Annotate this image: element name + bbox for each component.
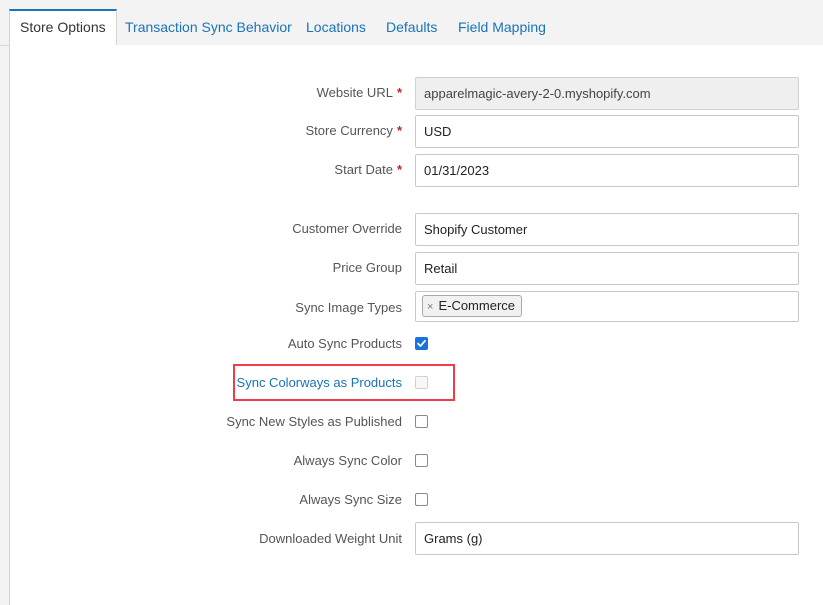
customer-override-label: Customer Override (292, 221, 402, 236)
store-currency-label: Store Currency * (306, 121, 402, 141)
always-sync-size-label: Always Sync Size (299, 492, 402, 507)
auto-sync-products-label: Auto Sync Products (287, 336, 402, 351)
sync-image-types-multiselect[interactable]: × E-Commerce (415, 291, 799, 322)
sync-colorways-label[interactable]: Sync Colorways as Products (237, 373, 402, 393)
start-date-label: Start Date * (334, 160, 402, 180)
auto-sync-products-checkbox[interactable] (415, 337, 428, 350)
tab-store-options[interactable]: Store Options (9, 9, 117, 46)
always-sync-color-checkbox[interactable] (415, 454, 428, 467)
sync-new-styles-checkbox[interactable] (415, 415, 428, 428)
tab-field-mapping[interactable]: Field Mapping (458, 9, 546, 45)
start-date-field[interactable]: 01/31/2023 (415, 154, 799, 187)
required-marker: * (396, 85, 402, 100)
tab-transaction-sync-behavior[interactable]: Transaction Sync Behavior (125, 9, 292, 45)
tab-locations[interactable]: Locations (306, 9, 366, 45)
always-sync-size-checkbox[interactable] (415, 493, 428, 506)
store-currency-label-text: Store Currency (305, 123, 393, 138)
sync-image-types-label: Sync Image Types (295, 300, 402, 315)
sync-colorways-checkbox[interactable] (415, 376, 428, 389)
tab-defaults[interactable]: Defaults (386, 9, 437, 45)
start-date-label-text: Start Date (334, 162, 393, 177)
image-type-tag-label: E-Commerce (438, 298, 516, 313)
checkmark-icon (417, 339, 426, 347)
price-group-field[interactable]: Retail (415, 252, 799, 285)
sync-new-styles-label: Sync New Styles as Published (226, 414, 402, 429)
remove-tag-icon[interactable]: × (427, 301, 433, 313)
price-group-label: Price Group (332, 260, 402, 275)
required-marker: * (396, 123, 402, 138)
website-url-label: Website URL * (317, 83, 402, 103)
customer-override-field[interactable]: Shopify Customer (415, 213, 799, 246)
downloaded-weight-unit-label: Downloaded Weight Unit (259, 531, 402, 546)
required-marker: * (396, 162, 402, 177)
always-sync-color-label: Always Sync Color (293, 453, 402, 468)
website-url-label-text: Website URL (316, 85, 393, 100)
image-type-tag: × E-Commerce (422, 295, 523, 317)
tab-bar: Store Options Transaction Sync Behavior … (0, 0, 823, 46)
store-currency-field[interactable]: USD (415, 115, 799, 148)
website-url-field[interactable]: apparelmagic-avery-2-0.myshopify.com (415, 77, 799, 110)
downloaded-weight-unit-field[interactable]: Grams (g) (415, 522, 799, 555)
